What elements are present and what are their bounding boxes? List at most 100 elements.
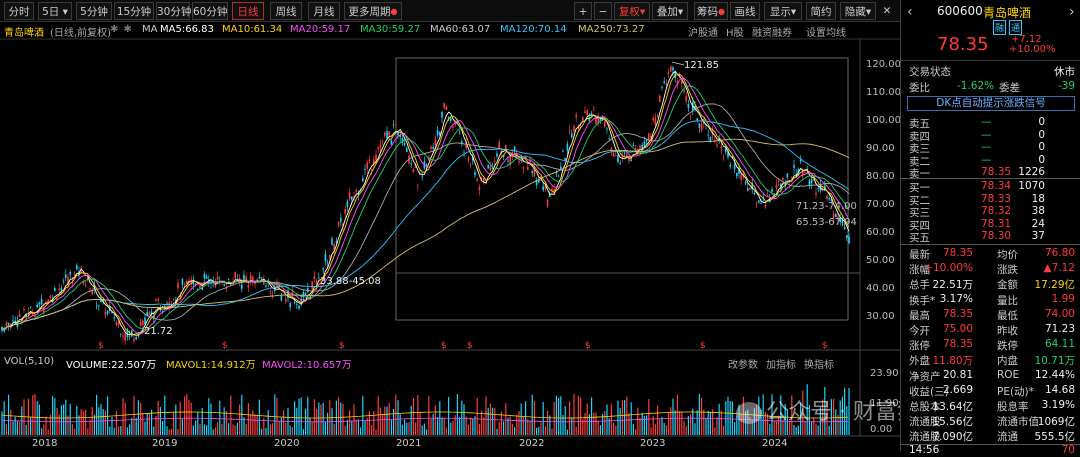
ytick: 40.00	[866, 283, 895, 294]
candle-body	[93, 284, 96, 289]
adjust-button[interactable]: 复权▾	[614, 2, 650, 20]
candle-body	[122, 335, 124, 337]
candle-body	[786, 173, 789, 178]
stat-row: 总手 22.51万 金额 17.29亿	[901, 277, 1080, 291]
dividend-marker: $	[222, 341, 228, 351]
weibi-label: 委比	[909, 82, 930, 94]
candle-body	[260, 277, 263, 279]
candle-body	[683, 90, 685, 93]
candle-body	[7, 322, 10, 326]
candle-body	[124, 333, 126, 341]
stat-value: 78.35	[942, 307, 973, 320]
ytick: 120.00	[866, 59, 901, 70]
tab-weekly[interactable]: 周线	[270, 2, 302, 20]
tab-monthly[interactable]: 月线	[308, 2, 340, 20]
candle-body	[106, 311, 109, 314]
display-button[interactable]: 显示▾	[764, 2, 802, 20]
candle-body	[645, 139, 648, 142]
sell-volume: 0	[1038, 116, 1045, 128]
candle-body	[58, 288, 60, 291]
tab-15min[interactable]: 15分钟	[114, 2, 154, 20]
tab-more-periods[interactable]: 更多周期●	[344, 2, 402, 20]
buy-volume: 38	[1031, 205, 1045, 218]
stat-label: 股息率	[997, 401, 1029, 413]
candle-body	[780, 183, 782, 189]
candle-body	[599, 116, 602, 121]
stat-label: 涨停	[909, 340, 930, 353]
ytick: 80.00	[866, 171, 895, 182]
candle-body	[285, 298, 287, 302]
link-add-indicator[interactable]: 加指标	[766, 356, 796, 371]
range-label: 33.88-45.08	[320, 276, 381, 287]
tab-timeshare[interactable]: 分时	[4, 2, 34, 20]
overlay-button[interactable]: 叠加▾	[652, 2, 688, 20]
back-arrow-icon[interactable]: ‹	[907, 4, 913, 20]
candle-body	[23, 308, 25, 310]
link-margin[interactable]: 融资融券	[752, 24, 792, 39]
candle-body	[505, 145, 507, 150]
candle-body	[546, 199, 549, 206]
candle-body	[373, 159, 375, 165]
candle-body	[177, 282, 179, 288]
link-swap-indicator[interactable]: 换指标	[804, 356, 834, 371]
chips-button[interactable]: 筹码●	[694, 2, 728, 20]
candle-body	[278, 285, 280, 287]
draw-button[interactable]: 画线	[730, 2, 760, 20]
candle-body	[197, 289, 199, 291]
tab-daily[interactable]: 日线	[232, 2, 264, 20]
stat-label: 昨收	[997, 325, 1018, 337]
zoom-out-button[interactable]: −	[594, 2, 612, 20]
candle-body	[186, 280, 188, 284]
link-change-params[interactable]: 改参数	[728, 356, 758, 371]
candle-body	[302, 292, 305, 297]
tab-5day[interactable]: 5日 ▾	[38, 2, 72, 20]
candle-body	[656, 115, 659, 117]
simple-button[interactable]: 简约	[806, 2, 836, 20]
candle-body	[241, 284, 243, 289]
candle-body	[304, 292, 307, 296]
link-hkconnect[interactable]: 沪股通	[688, 24, 718, 39]
stat-row: 流通股 15.56亿 流通市值 1069亿	[901, 414, 1080, 428]
tab-30min[interactable]: 30分钟	[156, 2, 191, 20]
candle-body	[102, 299, 104, 302]
link-hshare[interactable]: H股	[726, 24, 744, 39]
candle-body	[10, 323, 12, 329]
candle-body	[555, 172, 558, 174]
candle-body	[421, 175, 423, 177]
candle-body	[731, 156, 734, 158]
weibi-value: -1.62%	[957, 80, 995, 92]
link-ma-settings[interactable]: 设置均线	[806, 24, 846, 39]
stock-name-header: 青岛啤酒	[983, 6, 1032, 20]
candle-body	[395, 124, 397, 126]
tab-5min[interactable]: 5分钟	[76, 2, 112, 20]
candle-body	[685, 96, 687, 102]
zoom-in-button[interactable]: +	[574, 2, 592, 20]
candle-body	[626, 154, 628, 158]
candlestick-chart[interactable]: $ $ $ $ $ $ $ $	[0, 0, 900, 451]
price-change-pct: +10.00%	[1009, 44, 1056, 55]
close-icon[interactable]: ✕	[878, 2, 896, 20]
candle-body	[810, 178, 813, 184]
candle-body	[71, 282, 74, 284]
candle-body	[342, 223, 344, 227]
candle-body	[128, 335, 131, 337]
hide-button[interactable]: 隐藏▾	[840, 2, 876, 20]
candle-body	[696, 118, 698, 121]
sell-price: 78.35	[981, 166, 1012, 178]
candle-body	[146, 311, 148, 317]
candle-body	[692, 102, 694, 111]
candle-body	[109, 306, 111, 311]
candle-body	[542, 186, 544, 191]
stock-tags: 融 通	[901, 20, 1080, 35]
candle-body	[788, 186, 791, 188]
ma-info-bar: 青岛啤酒 (日线,前复权) ✱ ✱ MA MA5:66.83 MA10:61.3…	[0, 22, 900, 39]
year-label: 2019	[152, 438, 178, 449]
stat-label: 内盘	[997, 355, 1018, 368]
forward-arrow-icon[interactable]: ›	[1069, 4, 1075, 20]
tab-60min[interactable]: 60分钟	[192, 2, 228, 20]
candle-body	[540, 176, 542, 179]
dk-signal-button[interactable]: DK点自动提示涨跌信号	[907, 96, 1075, 111]
candle-body	[452, 126, 454, 128]
candle-body	[450, 118, 452, 122]
candle-body	[210, 283, 212, 284]
